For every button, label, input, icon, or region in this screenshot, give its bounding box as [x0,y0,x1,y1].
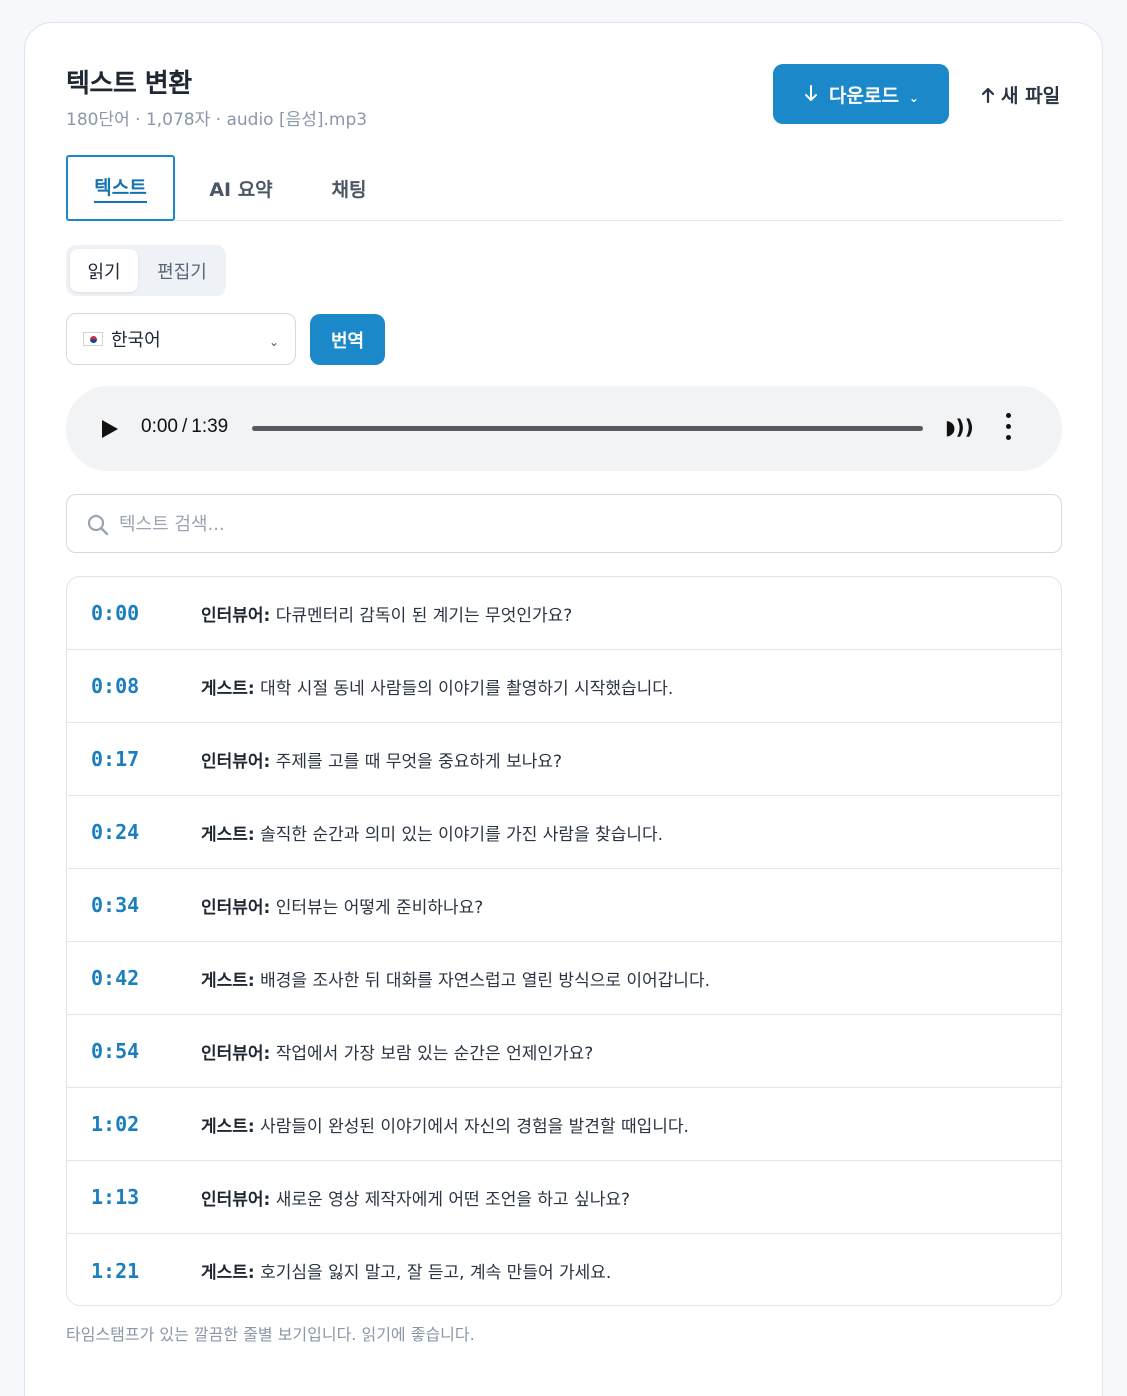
speaker-label: 게스트: [201,970,255,991]
tab-text[interactable]: 텍스트 [66,155,175,221]
timestamp-link[interactable]: 1:13 [91,1185,139,1209]
speaker-label: 게스트: [201,1116,255,1137]
tab-chat-label: 채팅 [331,178,367,201]
speaker-label: 인터뷰어: [201,751,271,772]
transcript-line: 인터뷰어: 주제를 고를 때 무엇을 중요하게 보나요? [201,747,562,772]
speaker-label: 게스트: [201,1263,255,1283]
timestamp-link[interactable]: 1:21 [91,1259,139,1283]
page-title: 텍스트 변환 [66,69,192,99]
transcript-row[interactable]: 0:24 게스트: 솔직한 순간과 의미 있는 이야기를 가진 사람을 찾습니다. [67,796,1061,869]
speaker-label: 인터뷰어: [201,605,271,626]
chevron-down-icon: ⌄ [908,91,919,105]
utterance-text: 인터뷰는 어떻게 준비하나요? [270,897,484,918]
tab-ai-summary-label: AI 요약 [209,178,273,201]
timestamp-link[interactable]: 0:00 [91,601,139,625]
transcript-row[interactable]: 0:42 게스트: 배경을 조사한 뒤 대화를 자연스럽고 열린 방식으로 이어갑… [67,942,1061,1015]
read-mode-button[interactable]: 읽기 [70,249,138,292]
time-display: 0:00/1:39 [141,416,228,438]
utterance-text: 솔직한 순간과 의미 있는 이야기를 가진 사람을 찾습니다. [254,824,664,845]
transcript-row[interactable]: 1:02 게스트: 사람들이 완성된 이야기에서 자신의 경험을 발견할 때입니다… [67,1088,1061,1161]
transcript-line: 인터뷰어: 인터뷰는 어떻게 준비하나요? [201,893,483,918]
download-button[interactable]: 다운로드 ⌄ [773,64,949,124]
tab-text-label: 텍스트 [94,173,147,203]
search-box [66,494,1062,553]
new-file-label: 새 파일 [1001,85,1061,107]
more-options-icon[interactable] [1004,413,1012,445]
play-icon[interactable] [102,420,118,438]
transcript-row[interactable]: 0:34 인터뷰어: 인터뷰는 어떻게 준비하나요? [67,869,1061,942]
transcript-line: 게스트: 배경을 조사한 뒤 대화를 자연스럽고 열린 방식으로 이어갑니다. [201,966,710,991]
search-icon [87,514,109,536]
transcript-list: 0:00 인터뷰어: 다큐멘터리 감독이 된 계기는 무엇인가요? 0:08 게스트:… [66,576,1062,1306]
view-mode-toggle: 읽기 편집기 [66,245,226,296]
transcript-line: 게스트: 대학 시절 동네 사람들의 이야기를 촬영하기 시작했습니다. [201,674,673,699]
volume-icon[interactable]: ◗)) [945,415,974,439]
transcript-line: 게스트: 호기심을 잃지 말고, 잘 듣고, 계속 만들어 가세요. [201,1258,611,1283]
utterance-text: 주제를 고를 때 무엇을 중요하게 보나요? [270,751,563,772]
utterance-text: 배경을 조사한 뒤 대화를 자연스럽고 열린 방식으로 이어갑니다. [254,970,710,991]
transcript-row[interactable]: 0:54 인터뷰어: 작업에서 가장 보람 있는 순간은 언제인가요? [67,1015,1061,1088]
timestamp-link[interactable]: 1:02 [91,1112,139,1136]
speaker-label: 인터뷰어: [201,1189,271,1210]
chevron-down-icon: ⌄ [268,335,279,349]
transcript-row[interactable]: 0:17 인터뷰어: 주제를 고를 때 무엇을 중요하게 보나요? [67,723,1061,796]
download-arrow-icon [805,85,817,101]
tab-chat[interactable]: 채팅 [314,155,384,221]
transcript-line: 인터뷰어: 작업에서 가장 보람 있는 순간은 언제인가요? [201,1039,593,1064]
time-separator: / [181,416,188,437]
korea-flag-icon [83,332,103,346]
language-selected-label: 한국어 [111,330,161,351]
timestamp-link[interactable]: 0:08 [91,674,139,698]
search-input[interactable] [119,505,1039,543]
transcript-line: 인터뷰어: 새로운 영상 제작자에게 어떤 조언을 하고 싶나요? [201,1185,630,1210]
utterance-text: 호기심을 잃지 말고, 잘 듣고, 계속 만들어 가세요. [254,1263,612,1283]
timestamp-link[interactable]: 0:17 [91,747,139,771]
speaker-label: 게스트: [201,678,255,699]
transcript-row[interactable]: 1:13 인터뷰어: 새로운 영상 제작자에게 어떤 조언을 하고 싶나요? [67,1161,1061,1234]
utterance-text: 사람들이 완성된 이야기에서 자신의 경험을 발견할 때입니다. [254,1116,689,1137]
utterance-text: 다큐멘터리 감독이 된 계기는 무엇인가요? [270,605,573,626]
new-file-button[interactable]: 새 파일 [981,81,1060,108]
tab-ai-summary[interactable]: AI 요약 [196,155,286,221]
translate-button[interactable]: 번역 [310,314,385,365]
transcript-card: 텍스트 변환 180단어 · 1,078자 · audio [음성].mp3 다… [24,22,1103,1396]
download-label: 다운로드 [829,84,899,107]
current-time: 0:00 [141,416,178,437]
transcript-line: 게스트: 사람들이 완성된 이야기에서 자신의 경험을 발견할 때입니다. [201,1112,689,1137]
timestamp-link[interactable]: 0:54 [91,1039,139,1063]
audio-player: 0:00/1:39 ◗)) [66,386,1062,471]
file-meta: 180단어 · 1,078자 · audio [음성].mp3 [66,110,368,130]
transcript-row[interactable]: 1:21 게스트: 호기심을 잃지 말고, 잘 듣고, 계속 만들어 가세요. [67,1234,1061,1305]
transcript-line: 인터뷰어: 다큐멘터리 감독이 된 계기는 무엇인가요? [201,601,572,626]
tab-bar: 텍스트 AI 요약 채팅 [66,155,1062,221]
utterance-text: 새로운 영상 제작자에게 어떤 조언을 하고 싶나요? [270,1189,631,1210]
footnote: 타임스탬프가 있는 깔끔한 줄별 보기입니다. 읽기에 좋습니다. [66,1325,475,1344]
timestamp-link[interactable]: 0:34 [91,893,139,917]
utterance-text: 대학 시절 동네 사람들의 이야기를 촬영하기 시작했습니다. [254,678,674,699]
arrow-up-icon [981,87,995,103]
speaker-label: 인터뷰어: [201,897,271,918]
speaker-label: 게스트: [201,824,255,845]
editor-mode-button[interactable]: 편집기 [142,249,222,292]
timestamp-link[interactable]: 0:42 [91,966,139,990]
language-select[interactable]: 한국어 ⌄ [66,313,296,365]
seek-bar[interactable] [252,426,923,431]
utterance-text: 작업에서 가장 보람 있는 순간은 언제인가요? [270,1043,594,1064]
transcript-line: 게스트: 솔직한 순간과 의미 있는 이야기를 가진 사람을 찾습니다. [201,820,663,845]
speaker-label: 인터뷰어: [201,1043,271,1064]
timestamp-link[interactable]: 0:24 [91,820,139,844]
transcript-row[interactable]: 0:08 게스트: 대학 시절 동네 사람들의 이야기를 촬영하기 시작했습니다. [67,650,1061,723]
transcript-row[interactable]: 0:00 인터뷰어: 다큐멘터리 감독이 된 계기는 무엇인가요? [67,577,1061,650]
duration: 1:39 [191,416,229,437]
